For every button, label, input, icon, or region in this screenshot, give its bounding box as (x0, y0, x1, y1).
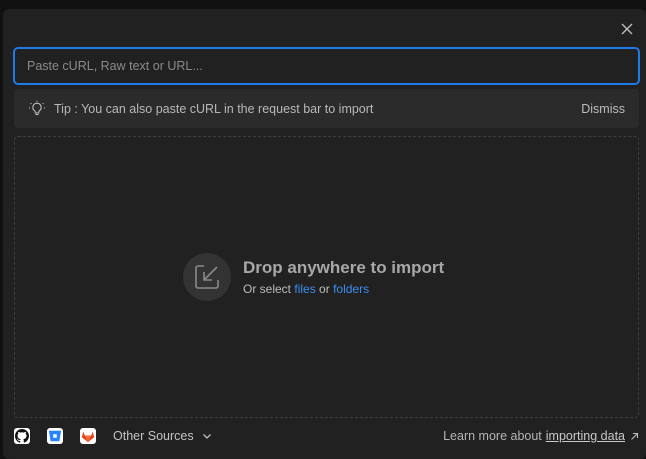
gitlab-icon (81, 431, 95, 443)
lightbulb-icon (28, 100, 46, 118)
drop-title: Drop anywhere to import (243, 258, 445, 277)
tip-text: Tip : You can also paste cURL in the req… (54, 101, 374, 116)
tip-banner: Tip : You can also paste cURL in the req… (14, 89, 639, 128)
importing-data-link[interactable]: importing data (546, 429, 625, 443)
learn-more: Learn more about importing data (443, 429, 639, 443)
chevron-down-icon (202, 431, 212, 441)
drop-subtitle-or: or (319, 282, 330, 296)
other-sources-label: Other Sources (113, 429, 194, 443)
dismiss-button[interactable]: Dismiss (581, 102, 625, 116)
import-dialog: Tip : You can also paste cURL in the req… (3, 9, 646, 459)
other-sources-dropdown[interactable]: Other Sources (113, 429, 212, 443)
gitlab-source-button[interactable] (80, 428, 96, 444)
select-files-link[interactable]: files (294, 282, 315, 296)
import-input[interactable] (13, 47, 640, 85)
select-folders-link[interactable]: folders (333, 282, 369, 296)
bitbucket-icon (48, 430, 62, 442)
import-icon (183, 253, 231, 301)
github-icon (15, 429, 29, 443)
close-button[interactable] (616, 18, 638, 40)
drop-zone[interactable]: Drop anywhere to import Or select files … (14, 136, 639, 418)
external-link-icon (630, 432, 639, 441)
import-footer: Other Sources Learn more about importing… (14, 427, 639, 445)
learn-more-prefix: Learn more about (443, 429, 542, 443)
github-source-button[interactable] (14, 428, 30, 444)
close-icon (621, 23, 633, 35)
bitbucket-source-button[interactable] (47, 428, 63, 444)
drop-subtitle: Or select files or folders (243, 282, 444, 296)
drop-prompt: Drop anywhere to import Or select files … (183, 253, 444, 301)
drop-subtitle-prefix: Or select (243, 282, 292, 296)
